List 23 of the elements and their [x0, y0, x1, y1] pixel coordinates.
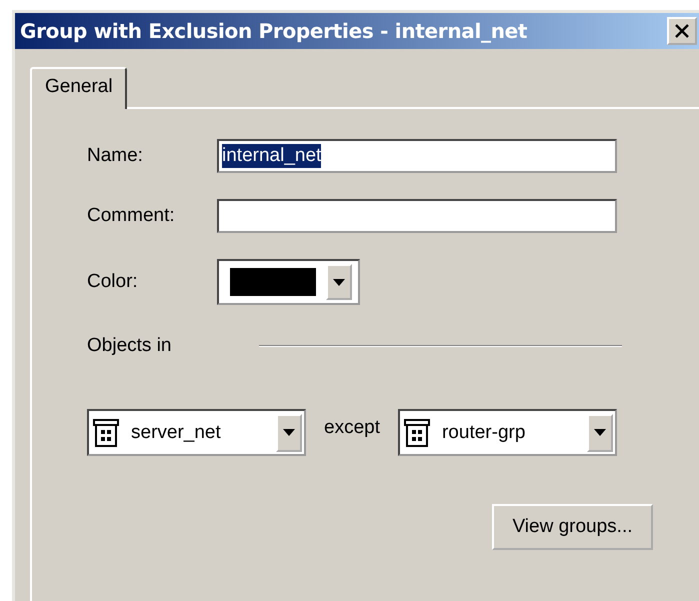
input-field[interactable] [217, 199, 617, 233]
window-title: Group with Exclusion Properties - internal_net [20, 19, 528, 43]
group-icon [404, 418, 430, 446]
field-label: Color: [87, 271, 139, 293]
dropdown-arrow-button[interactable] [326, 264, 352, 300]
dropdown-arrow-button[interactable] [586, 414, 613, 452]
section-label: Objects in [87, 335, 172, 357]
field-label: Name: [87, 145, 144, 167]
dropdown-arrow-button[interactable] [276, 414, 302, 452]
color-dropdown[interactable] [217, 259, 360, 305]
except-label: except [324, 416, 380, 438]
input-field[interactable]: internal_net [217, 139, 617, 173]
caret-icon [283, 429, 295, 436]
field-label: Comment: [87, 205, 176, 227]
close-button[interactable] [667, 17, 697, 45]
object-dropdown[interactable]: server_net [87, 409, 306, 456]
group-icon [93, 418, 119, 446]
view-groups-button[interactable]: View groups... [492, 504, 653, 550]
tab[interactable]: General [30, 67, 127, 109]
object-dropdown[interactable]: router-grp [398, 409, 617, 456]
caret-icon [333, 278, 345, 286]
caret-icon [594, 429, 606, 436]
close-icon [675, 24, 689, 38]
